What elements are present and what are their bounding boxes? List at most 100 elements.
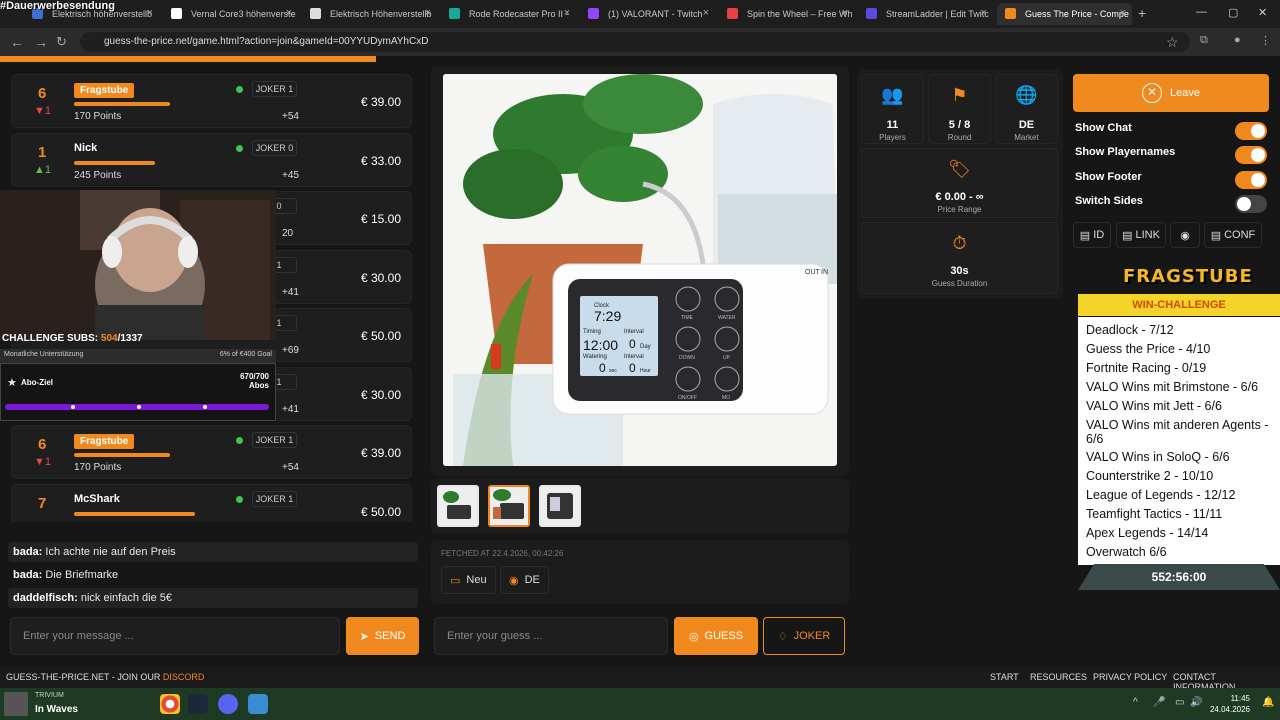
challenge-item: Apex Legends - 14/14	[1086, 526, 1209, 540]
conf-button[interactable]: ▤ CONF	[1204, 222, 1262, 248]
joker-count: JOKER 1	[252, 491, 297, 507]
close-icon: ✕	[1142, 83, 1162, 103]
svg-text:Interval: Interval	[624, 329, 644, 335]
tab-close-icon[interactable]: ×	[842, 7, 848, 19]
profile-icon[interactable]: ●	[1234, 34, 1241, 46]
tab-close-icon[interactable]: ×	[1120, 7, 1126, 19]
browser-tab[interactable]: Spin the Wheel – Free Wh ×	[719, 3, 854, 25]
discord-link[interactable]: DISCORD	[163, 672, 205, 682]
svg-text:Timing: Timing	[583, 329, 601, 335]
send-button[interactable]: ➤ SEND	[346, 617, 419, 655]
thumbnail-3[interactable]	[539, 485, 581, 527]
switch-sides-toggle[interactable]	[1235, 195, 1267, 213]
extensions-icon[interactable]: ⧉	[1200, 34, 1208, 47]
notifications-icon[interactable]: 🔔	[1262, 697, 1274, 708]
player-row: 6 ▼1 Fragstube 170 Points JOKER 1 +54 € 39.00	[11, 74, 412, 128]
maximize-icon[interactable]: ▢	[1228, 6, 1238, 19]
window-close-icon[interactable]: ✕	[1258, 6, 1267, 19]
player-row: 1 ▲1 Nick 245 Points JOKER 0 +45 € 33.00	[11, 133, 412, 187]
network-icon[interactable]: ▭	[1175, 697, 1184, 708]
tab-close-icon[interactable]: ×	[425, 7, 431, 19]
tab-favicon-icon	[727, 8, 738, 19]
footer-link-resources[interactable]: RESOURCES	[1030, 672, 1087, 682]
tab-close-icon[interactable]: ×	[286, 7, 292, 19]
app-icon[interactable]	[248, 694, 268, 714]
back-icon[interactable]: ←	[10, 34, 24, 50]
chrome-icon[interactable]	[160, 694, 180, 714]
svg-text:DOWN: DOWN	[679, 355, 695, 361]
player-guess-price: € 50.00	[360, 505, 401, 519]
chat-message-input[interactable]: Enter your message ...	[10, 617, 340, 655]
url-field[interactable]: guess-the-price.net/game.html?action=joi…	[80, 32, 1190, 52]
forward-icon[interactable]: →	[34, 34, 48, 50]
browser-tab[interactable]: Vernal Core3 höhenverste ×	[163, 3, 298, 25]
tab-close-icon[interactable]: ×	[981, 7, 987, 19]
chat-message: bada: Die Briefmarke	[8, 565, 418, 585]
tray-chevron-icon[interactable]: ^	[1133, 697, 1138, 708]
thumbnail-2[interactable]	[488, 485, 530, 527]
guess-input[interactable]: Enter your guess ...	[434, 617, 668, 655]
show-footer-toggle[interactable]	[1235, 171, 1267, 189]
tab-title: Rode Rodecaster Pro II -	[469, 9, 569, 19]
microphone-icon[interactable]: 🎤	[1153, 697, 1165, 708]
chat-message: bada: Ich achte nie auf den Preis	[8, 542, 418, 562]
tab-title: Elektrisch Höhenverstellb	[330, 9, 432, 19]
show-chat-toggle[interactable]	[1235, 122, 1267, 140]
tab-close-icon[interactable]: ×	[703, 7, 709, 19]
discord-icon[interactable]	[218, 694, 238, 714]
rank-change: ▼1	[34, 105, 52, 117]
clock-time: 11:45	[1230, 694, 1250, 703]
browser-address-bar: ← → ↻ guess-the-price.net/game.html?acti…	[0, 28, 1280, 56]
svg-text:Interval: Interval	[624, 354, 644, 360]
footer-link-privacy[interactable]: PRIVACY POLICY	[1093, 672, 1167, 682]
tab-close-icon[interactable]: ×	[147, 7, 153, 19]
clock-date: 24.04.2026	[1209, 705, 1250, 714]
fetched-timestamp: FETCHED AT 22.4.2026, 00:42:26	[441, 549, 564, 558]
id-button[interactable]: ▤ ID	[1073, 222, 1111, 248]
steam-icon[interactable]	[188, 694, 208, 714]
points-bar	[74, 512, 195, 516]
coins-icon: ◎	[688, 630, 699, 643]
send-icon: ➤	[359, 630, 369, 643]
player-row: 6 ▼1 Fragstube 170 Points JOKER 1 +54 € 39.00	[11, 425, 412, 479]
player-rank: 1	[38, 144, 47, 161]
browser-tab[interactable]: StreamLadder | Edit Twitc ×	[858, 3, 993, 25]
stat-price-range: 🏷 € 0.00 - ∞ Price Range	[861, 148, 1058, 218]
browser-tab[interactable]: Elektrisch Höhenverstellb ×	[302, 3, 437, 25]
reload-icon[interactable]: ↻	[56, 34, 67, 50]
link-button[interactable]: ▤ LINK	[1116, 222, 1166, 248]
show-playernames-toggle[interactable]	[1235, 146, 1267, 164]
browser-tab[interactable]: Rode Rodecaster Pro II - ×	[441, 3, 576, 25]
toggle-row-show-chat: Show Chat	[1075, 122, 1267, 140]
volume-icon[interactable]: 🔊	[1190, 697, 1202, 708]
round-progress-bar	[0, 56, 376, 62]
player-name: Fragstube	[74, 434, 135, 449]
challenge-item: VALO Wins mit Jett - 6/6	[1086, 399, 1222, 413]
menu-icon[interactable]: ⋮	[1260, 34, 1271, 47]
footer-link-start[interactable]: START	[990, 672, 1019, 682]
thumbnail-1[interactable]	[437, 485, 479, 527]
svg-text:OUT: OUT	[805, 269, 821, 276]
challenge-item: League of Legends - 12/12	[1086, 488, 1236, 502]
visibility-button[interactable]: ◉	[1170, 222, 1200, 248]
player-guess-price: € 30.00	[360, 271, 401, 285]
browser-tab[interactable]: (1) VALORANT - Twitch ×	[580, 3, 715, 25]
player-guess-price: € 33.00	[360, 154, 401, 168]
guess-button[interactable]: ◎ GUESS	[674, 617, 758, 655]
eye-icon: ◉	[1180, 229, 1190, 242]
player-points: 170 Points	[74, 111, 122, 122]
tab-favicon-icon	[449, 8, 460, 19]
leave-button[interactable]: ✕ Leave	[1073, 74, 1269, 112]
tab-close-icon[interactable]: ×	[564, 7, 570, 19]
player-guess-price: € 50.00	[360, 329, 401, 343]
svg-text:sec: sec	[609, 368, 617, 374]
svg-text:12:00: 12:00	[583, 337, 618, 353]
joker-button[interactable]: ♢ JOKER	[763, 617, 845, 655]
minimize-icon[interactable]: —	[1196, 6, 1207, 18]
bookmark-star-icon[interactable]: ☆	[1166, 34, 1179, 51]
new-tab-icon[interactable]: +	[1138, 5, 1146, 21]
browser-tab[interactable]: Guess The Price - Compe ×	[997, 3, 1132, 25]
online-status-icon	[236, 496, 243, 503]
market-chip: ◉ DE	[500, 566, 549, 594]
challenge-item: Counterstrike 2 - 10/10	[1086, 469, 1214, 483]
